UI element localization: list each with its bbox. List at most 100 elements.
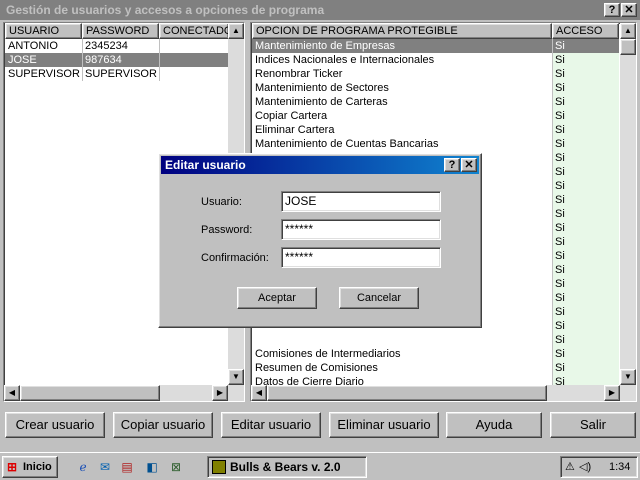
options-col-option[interactable]: OPCION DE PROGRAMA PROTEGIBLE (252, 23, 552, 39)
access-cell: Si (552, 109, 619, 123)
password-input[interactable]: ****** (281, 219, 441, 240)
option-cell: Mantenimiento de Cuentas Bancarias (255, 138, 439, 150)
scroll-right-arrow-icon[interactable]: ▶ (604, 385, 620, 401)
table-row[interactable]: Mantenimiento de Cuentas Bancarias Si (252, 137, 619, 151)
delete-user-button[interactable]: Eliminar usuario (329, 412, 439, 438)
table-row[interactable]: Indices Nacionales e Internacionales Si (252, 53, 619, 67)
confirm-label: Confirmación: (201, 252, 269, 264)
access-cell: Si (552, 53, 619, 67)
option-cell: Mantenimiento de Carteras (255, 96, 388, 108)
start-button[interactable]: ⊞ Inicio (2, 456, 58, 478)
access-cell: Si (552, 319, 619, 333)
access-cell: Si (552, 277, 619, 291)
access-cell: Si (552, 249, 619, 263)
clock[interactable]: 1:34 (609, 457, 630, 477)
table-row-selected[interactable]: JOSE 987634 (5, 53, 229, 67)
help-button-bottom[interactable]: Ayuda (446, 412, 542, 438)
taskbar-item-bulls-bears[interactable]: Bulls & Bears v. 2.0 (207, 456, 367, 478)
user-input[interactable]: JOSE (281, 191, 441, 212)
scroll-down-arrow-icon[interactable]: ▼ (228, 369, 244, 385)
scroll-thumb[interactable] (20, 385, 160, 401)
access-cell: Si (552, 291, 619, 305)
browser-icon[interactable]: ℯ (75, 459, 91, 475)
table-row[interactable]: Eliminar Cartera Si (252, 123, 619, 137)
dialog-title-bar: Editar usuario ? ✕ (161, 156, 479, 174)
help-button[interactable]: ? (604, 3, 620, 17)
scroll-down-arrow-icon[interactable]: ▼ (620, 369, 636, 385)
access-cell: Si (552, 347, 619, 361)
table-row[interactable]: Comisiones de Intermediarios Si (252, 347, 619, 361)
scroll-left-arrow-icon[interactable]: ◀ (251, 385, 267, 401)
access-cell: Si (552, 165, 619, 179)
dialog-title: Editar usuario (165, 158, 246, 172)
column-divider (82, 39, 83, 81)
access-cell: Si (552, 305, 619, 319)
dialog-close-button[interactable]: ✕ (461, 158, 477, 172)
task-label: Bulls & Bears v. 2.0 (230, 460, 341, 474)
password-cell: 2345234 (85, 40, 128, 52)
access-cell: Si (552, 333, 619, 347)
access-cell: Si (552, 207, 619, 221)
access-cell: Si (552, 179, 619, 193)
access-cell: Si (552, 193, 619, 207)
scroll-up-arrow-icon[interactable]: ▲ (620, 23, 636, 39)
access-cell: Si (552, 221, 619, 235)
accept-button[interactable]: Aceptar (237, 287, 317, 309)
option-cell: Datos de Cierre Diario (255, 376, 364, 385)
scroll-left-arrow-icon[interactable]: ◀ (4, 385, 20, 401)
access-cell: Si (552, 151, 619, 165)
dialog-help-button[interactable]: ? (444, 158, 460, 172)
window-title: Gestión de usuarios y accesos a opciones… (6, 3, 325, 17)
option-cell: Comisiones de Intermediarios (255, 348, 401, 360)
edit-user-dialog: Editar usuario ? ✕ Usuario: JOSE Passwor… (158, 153, 482, 328)
scroll-right-arrow-icon[interactable]: ▶ (212, 385, 228, 401)
table-row[interactable]: Mantenimiento de Sectores Si (252, 81, 619, 95)
network-icon[interactable]: ⊠ (168, 459, 184, 475)
cancel-button[interactable]: Cancelar (339, 287, 419, 309)
edit-user-button[interactable]: Editar usuario (221, 412, 321, 438)
confirm-input[interactable]: ****** (281, 247, 441, 268)
volume-icon[interactable]: ◁) (579, 457, 591, 477)
desktop-icon[interactable]: ◧ (144, 459, 160, 475)
channels-icon[interactable]: ▤ (119, 459, 135, 475)
mail-icon[interactable]: ✉ (97, 459, 113, 475)
access-cell: Si (552, 81, 619, 95)
option-cell: Indices Nacionales e Internacionales (255, 54, 435, 66)
user-cell: ANTONIO (8, 40, 58, 52)
table-row[interactable]: ANTONIO 2345234 (5, 39, 229, 53)
exit-button[interactable]: Salir (550, 412, 636, 438)
table-row-selected[interactable]: Mantenimiento de Empresas Si (252, 39, 619, 53)
windows-logo-icon: ⊞ (7, 460, 18, 474)
table-row[interactable]: Si (252, 333, 619, 347)
scroll-up-arrow-icon[interactable]: ▲ (228, 23, 244, 39)
taskbar: ⊞ Inicio ℯ ✉ ▤ ◧ ⊠ Bulls & Bears v. 2.0 … (0, 452, 640, 480)
option-cell: Eliminar Cartera (255, 124, 335, 136)
create-user-button[interactable]: Crear usuario (5, 412, 105, 438)
column-divider (159, 39, 160, 81)
access-cell: Si (552, 263, 619, 277)
app-icon (212, 460, 226, 474)
options-col-access[interactable]: ACCESO (552, 23, 619, 39)
table-row[interactable]: SUPERVISOR SUPERVISOR (5, 67, 229, 81)
start-label: Inicio (23, 461, 52, 473)
scroll-thumb[interactable] (267, 385, 547, 401)
users-col-connected[interactable]: CONECTADO (159, 23, 229, 39)
access-cell: Si (552, 137, 619, 151)
scroll-thumb[interactable] (620, 39, 636, 55)
table-row[interactable]: Datos de Cierre Diario Si (252, 375, 619, 385)
users-col-password[interactable]: PASSWORD (82, 23, 159, 39)
access-cell: Si (552, 361, 619, 375)
option-cell: Renombrar Ticker (255, 68, 343, 80)
table-row[interactable]: Copiar Cartera Si (252, 109, 619, 123)
column-divider (552, 39, 553, 385)
copy-user-button[interactable]: Copiar usuario (113, 412, 213, 438)
users-col-user[interactable]: USUARIO (5, 23, 82, 39)
options-vscroll[interactable] (620, 23, 636, 385)
table-row[interactable]: Mantenimiento de Carteras Si (252, 95, 619, 109)
close-button[interactable]: ✕ (621, 3, 637, 17)
scheduler-icon[interactable]: ⚠ (565, 457, 575, 477)
access-cell: Si (552, 235, 619, 249)
table-row[interactable]: Renombrar Ticker Si (252, 67, 619, 81)
password-cell: 987634 (85, 54, 122, 66)
table-row[interactable]: Resumen de Comisiones Si (252, 361, 619, 375)
